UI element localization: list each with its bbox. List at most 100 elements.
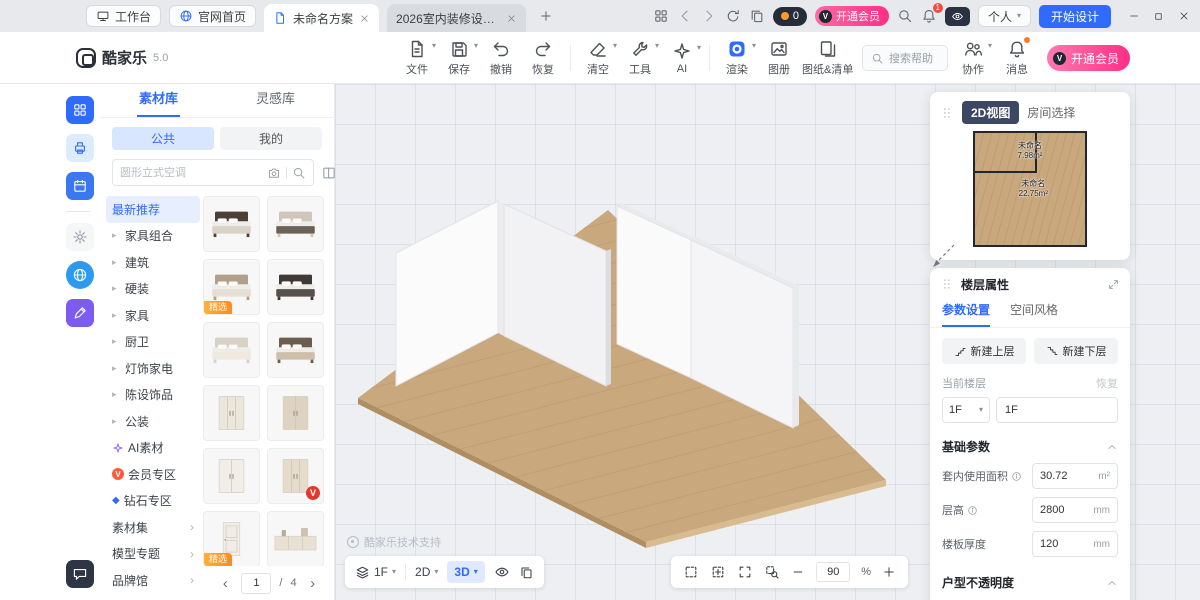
floor-name-input[interactable] xyxy=(996,397,1118,423)
material-thumbnail-wardrobe[interactable] xyxy=(267,385,324,441)
expand-icon[interactable] xyxy=(1107,278,1120,291)
prev-page-button[interactable]: ‹ xyxy=(217,575,233,592)
dock-feedback-button[interactable] xyxy=(66,560,94,588)
toolbar-save-button[interactable]: ▾保存 xyxy=(438,37,480,79)
tab-2d-view[interactable]: 2D视图 xyxy=(962,101,1019,124)
toolbar-file-button[interactable]: ▾文件 xyxy=(396,37,438,79)
mode-3d-button[interactable]: 3D ▾ xyxy=(447,561,484,583)
floor-select[interactable]: 1F ▾ xyxy=(942,397,990,423)
member-button[interactable]: V 开通会员 xyxy=(1047,45,1130,71)
preview-mode-button[interactable] xyxy=(945,7,970,26)
next-page-button[interactable]: › xyxy=(305,575,321,592)
tab-material-library[interactable]: 素材库 xyxy=(100,84,217,117)
resize-handle-icon[interactable] xyxy=(928,242,958,272)
apps-grid-icon[interactable] xyxy=(653,8,669,24)
category-item[interactable]: 模型专题› xyxy=(106,541,200,568)
drag-handle-icon[interactable] xyxy=(940,106,954,120)
material-thumbnail-cabinet[interactable] xyxy=(267,511,324,567)
zoom-out-icon[interactable] xyxy=(791,565,805,579)
toolbar-redo-button[interactable]: 恢复 xyxy=(522,37,564,79)
copy-icon[interactable] xyxy=(749,8,765,24)
member-upgrade-badge[interactable]: V 开通会员 xyxy=(815,6,889,26)
credits-badge[interactable]: 0 xyxy=(773,7,807,26)
category-item[interactable]: ▸建筑 xyxy=(106,249,200,276)
visibility-icon[interactable] xyxy=(494,564,510,580)
mode-2d-button[interactable]: 2D ▾ xyxy=(415,565,438,579)
category-item[interactable]: ▸公装 xyxy=(106,408,200,435)
chevron-up-icon[interactable] xyxy=(1106,441,1118,453)
tab-inspiration-library[interactable]: 灵感库 xyxy=(217,84,334,117)
scope-mine-button[interactable]: 我的 xyxy=(220,127,322,150)
minimize-button[interactable] xyxy=(1121,2,1146,30)
material-thumbnail-bed[interactable] xyxy=(267,196,324,252)
category-item[interactable]: ◆钻石专区 xyxy=(106,488,200,515)
floor-selector[interactable]: 1F ▾ xyxy=(355,565,396,580)
profile-menu[interactable]: 个人 ▾ xyxy=(978,5,1031,27)
zoom-area-icon[interactable] xyxy=(764,564,780,580)
dock-community-button[interactable] xyxy=(66,261,94,289)
category-item[interactable]: ▸硬装 xyxy=(106,276,200,303)
floorplan-minimap[interactable]: 未命名7.98m²未命名22.75m² xyxy=(973,131,1087,247)
messages-button[interactable]: 消息 xyxy=(996,37,1038,79)
category-item[interactable]: 最新推荐 xyxy=(106,196,200,223)
home-button[interactable]: 官网首页 xyxy=(169,5,256,27)
material-thumbnail-wardrobe[interactable] xyxy=(203,448,260,504)
property-input[interactable] xyxy=(1040,538,1091,550)
page-input[interactable] xyxy=(241,573,271,594)
category-item[interactable]: ▸灯饰家电 xyxy=(106,355,200,382)
select-area-icon[interactable] xyxy=(683,564,699,580)
toolbar-render-button[interactable]: ▾渲染 xyxy=(716,37,758,79)
material-thumbnail-wardrobe[interactable] xyxy=(203,385,260,441)
notifications-button[interactable]: 1 xyxy=(921,8,937,24)
toolbar-ai-button[interactable]: ▾AI xyxy=(661,37,703,79)
material-thumbnail-bed[interactable]: 精选 xyxy=(203,259,260,315)
category-item[interactable]: ▸家具 xyxy=(106,302,200,329)
search-icon[interactable] xyxy=(897,8,913,24)
tab-unnamed-plan[interactable]: 未命名方案 xyxy=(264,4,379,32)
tab-room-select[interactable]: 房间选择 xyxy=(1027,104,1075,121)
material-thumbnail-door[interactable]: 精选 xyxy=(203,511,260,567)
refresh-icon[interactable] xyxy=(725,8,741,24)
toolbar-tools-button[interactable]: ▾工具 xyxy=(619,37,661,79)
category-item[interactable]: ▸厨卫 xyxy=(106,329,200,356)
material-search-input[interactable] xyxy=(120,167,262,179)
toolbar-clear-button[interactable]: ▾清空 xyxy=(577,37,619,79)
material-search-box[interactable] xyxy=(112,159,314,186)
material-thumbnail-wardrobe[interactable]: V xyxy=(267,448,324,504)
dock-materials-button[interactable] xyxy=(66,96,94,124)
toolbar-album-button[interactable]: 图册 xyxy=(758,37,800,79)
category-item[interactable]: ▸陈设饰品 xyxy=(106,382,200,409)
search-icon[interactable] xyxy=(292,166,306,180)
category-item[interactable]: 素材集› xyxy=(106,514,200,541)
forward-icon[interactable] xyxy=(701,8,717,24)
zoom-input[interactable] xyxy=(816,562,850,582)
restore-link[interactable]: 恢复 xyxy=(1096,375,1118,391)
drag-handle-icon[interactable] xyxy=(940,277,954,291)
back-icon[interactable] xyxy=(677,8,693,24)
tab-space-style[interactable]: 空间风格 xyxy=(1010,300,1058,327)
tab-parameter-settings[interactable]: 参数设置 xyxy=(942,300,990,327)
category-item[interactable]: ▸家具组合 xyxy=(106,223,200,250)
dock-design-button[interactable] xyxy=(66,299,94,327)
zoom-in-icon[interactable] xyxy=(882,565,896,579)
new-upper-floor-button[interactable]: 新建上层 xyxy=(942,338,1026,364)
category-item[interactable]: 品牌馆› xyxy=(106,567,200,594)
property-input[interactable] xyxy=(1040,470,1096,482)
dock-print-button[interactable] xyxy=(66,134,94,162)
viewport-3d[interactable]: 酷家乐技术支持 1F ▾ 2D ▾ 3D ▾ xyxy=(335,84,1200,600)
dock-settings-button[interactable] xyxy=(66,223,94,251)
toolbar-sheets-button[interactable]: 图纸&清单 xyxy=(800,37,855,79)
chevron-up-icon[interactable] xyxy=(1106,577,1118,589)
close-tab-icon[interactable] xyxy=(506,13,517,24)
material-thumbnail-bed[interactable] xyxy=(267,322,324,378)
material-thumbnail-bed[interactable] xyxy=(203,196,260,252)
help-search[interactable]: 搜索帮助 xyxy=(862,45,948,71)
new-tab-button[interactable] xyxy=(534,4,558,28)
material-thumbnail-bed[interactable] xyxy=(203,322,260,378)
tab-design-article[interactable]: 2026室内装修设计、... xyxy=(387,4,526,32)
move-view-icon[interactable] xyxy=(710,564,726,580)
start-design-button[interactable]: 开始设计 xyxy=(1039,5,1111,28)
dock-orders-button[interactable] xyxy=(66,172,94,200)
category-item[interactable]: V会员专区 xyxy=(106,461,200,488)
duplicate-view-icon[interactable] xyxy=(519,565,534,580)
